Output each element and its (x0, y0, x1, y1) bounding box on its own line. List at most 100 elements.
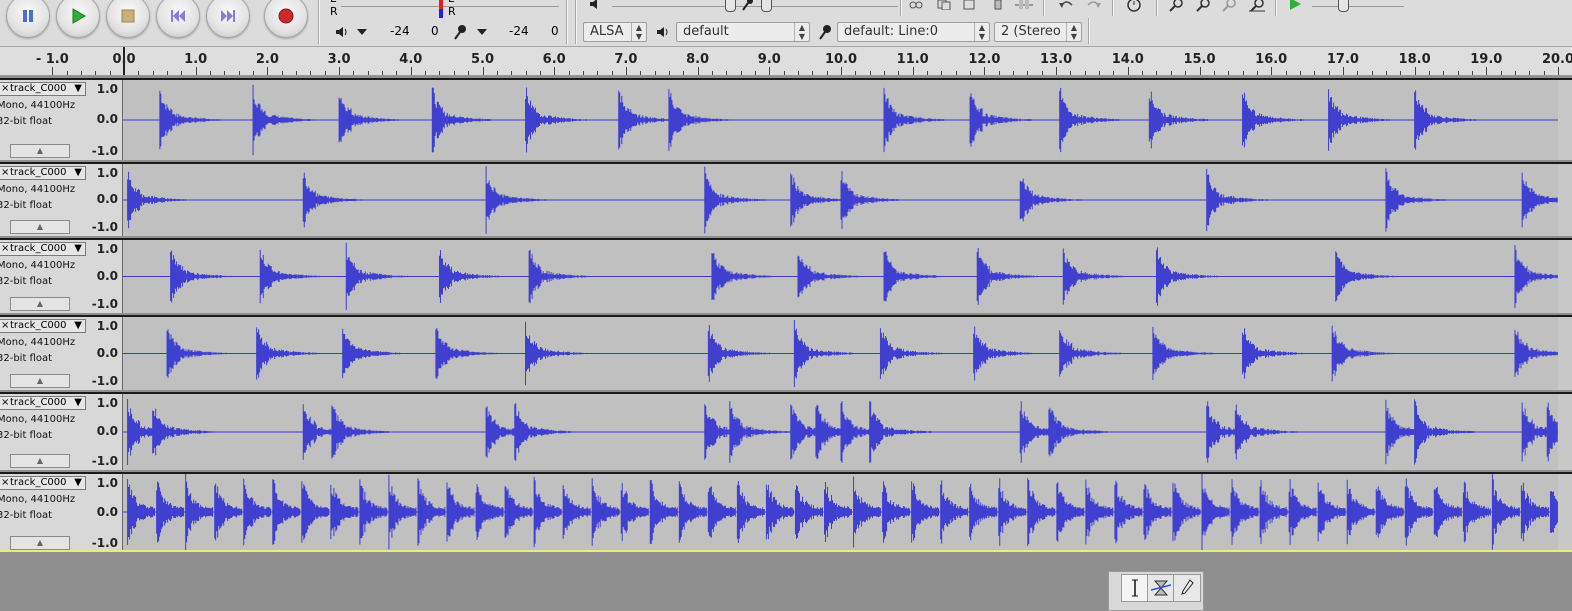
audio-track[interactable]: × track_C000 ▼ Mono, 44100Hz 32-bit floa… (0, 162, 1572, 236)
silence-icon[interactable] (1014, 0, 1034, 14)
timeline-ruler[interactable]: - 1.00.01.02.03.04.05.06.07.08.09.010.01… (0, 47, 1572, 76)
waveform-transient (1085, 479, 1114, 545)
fit-project-icon[interactable] (1247, 0, 1267, 14)
ruler-tick-label: 17.0 (1326, 52, 1359, 67)
waveform-area[interactable] (123, 317, 1558, 390)
recording-channels-select[interactable]: 2 (Stereo ▲ ▼ (994, 22, 1082, 42)
track-name-menu[interactable]: × track_C000 ▼ (0, 166, 86, 180)
toolbar-separator (1043, 0, 1045, 16)
record-meter-menu-chevron-icon[interactable] (472, 23, 492, 41)
track-control-panel[interactable]: × track_C000 ▼ Mono, 44100Hz 32-bit floa… (0, 394, 89, 470)
track-control-panel[interactable]: × track_C000 ▼ Mono, 44100Hz 32-bit floa… (0, 164, 89, 236)
waveform-area[interactable] (123, 394, 1558, 470)
waveform-area[interactable] (123, 80, 1558, 160)
track-name-menu[interactable]: × track_C000 ▼ (0, 319, 86, 333)
collapse-track-button[interactable]: ▲ (10, 144, 70, 158)
play-at-speed-icon[interactable] (1285, 0, 1305, 14)
ruler-major-tick (52, 67, 54, 75)
close-track-icon[interactable]: × (1, 83, 9, 95)
zoom-in-icon[interactable] (1166, 0, 1186, 14)
track-menu-chevron-icon[interactable]: ▼ (74, 320, 82, 332)
stop-button[interactable] (106, 0, 150, 38)
toolbar-separator (1275, 0, 1277, 16)
play-speed-slider-track[interactable] (1312, 6, 1404, 7)
scale-max-label: 1.0 (96, 476, 118, 490)
record-button[interactable] (264, 0, 308, 38)
collapse-track-button[interactable]: ▲ (10, 454, 70, 468)
redo-icon[interactable] (1084, 0, 1104, 14)
close-track-icon[interactable]: × (1, 320, 9, 332)
undo-icon[interactable] (1056, 0, 1076, 14)
spin-arrows-icon: ▲ ▼ (1066, 23, 1081, 41)
waveform-transient (882, 481, 911, 543)
waveform-transient (1491, 474, 1520, 550)
ruler-minor-tick (1013, 71, 1015, 75)
paste-icon[interactable] (960, 0, 980, 14)
track-name: track_C000 (10, 320, 67, 331)
track-control-panel[interactable]: × track_C000 ▼ Mono, 44100Hz 32-bit floa… (0, 317, 89, 390)
playback-device-select[interactable]: default ▲ ▼ (676, 22, 810, 42)
track-name-menu[interactable]: × track_C000 ▼ (0, 82, 86, 96)
waveform-transient (127, 479, 156, 545)
skip-to-end-button[interactable] (206, 0, 250, 38)
audio-track[interactable]: × track_C000 ▼ Mono, 44100Hz 32-bit floa… (0, 78, 1572, 160)
waveform-area[interactable] (123, 474, 1558, 550)
waveform-transient (707, 325, 770, 382)
waveform-transient (1462, 481, 1491, 543)
close-track-icon[interactable]: × (1, 397, 9, 409)
ruler-minor-tick (1099, 71, 1101, 75)
ruler-minor-tick (970, 71, 972, 75)
collapse-track-button[interactable]: ▲ (10, 220, 70, 234)
output-volume-slider-thumb[interactable] (725, 0, 736, 12)
track-name-menu[interactable]: × track_C000 ▼ (0, 242, 86, 256)
fit-selection-icon[interactable] (1219, 0, 1239, 14)
audio-track[interactable]: × track_C000 ▼ Mono, 44100Hz 32-bit floa… (0, 392, 1572, 470)
collapse-track-button[interactable]: ▲ (10, 536, 70, 550)
track-menu-chevron-icon[interactable]: ▼ (74, 83, 82, 95)
envelope-tool-button[interactable] (1147, 574, 1175, 602)
selection-tool-button[interactable] (1121, 574, 1149, 602)
ruler-minor-tick (1242, 71, 1244, 75)
play-button[interactable] (56, 0, 100, 38)
close-track-icon[interactable]: × (1, 167, 9, 179)
recording-device-select[interactable]: default: Line:0 ▲ ▼ (837, 22, 990, 42)
audio-track[interactable]: × track_C000 ▼ Mono, 44100Hz 32-bit floa… (0, 238, 1572, 313)
track-menu-chevron-icon[interactable]: ▼ (74, 477, 82, 489)
playback-meter-menu-chevron-icon[interactable] (352, 23, 372, 41)
waveform-area[interactable] (123, 164, 1558, 236)
copy-icon[interactable] (934, 0, 954, 14)
track-control-panel[interactable]: × track_C000 ▼ Mono, 44100Hz 32-bit floa… (0, 80, 89, 160)
tools-toolbar (1108, 571, 1204, 611)
scale-min-label: -1.0 (91, 220, 118, 234)
audio-track[interactable]: × track_C000 ▼ Mono, 44100Hz 32-bit floa… (0, 315, 1572, 390)
sync-lock-icon[interactable] (1124, 0, 1144, 14)
track-name-menu[interactable]: × track_C000 ▼ (0, 476, 86, 490)
collapse-track-button[interactable]: ▲ (10, 297, 70, 311)
track-format-info: 32-bit float (0, 353, 53, 364)
track-control-panel[interactable]: × track_C000 ▼ Mono, 44100Hz 32-bit floa… (0, 240, 89, 313)
pause-button[interactable] (6, 0, 50, 38)
zoom-out-icon[interactable] (1193, 0, 1213, 14)
collapse-track-button[interactable]: ▲ (10, 374, 70, 388)
audio-host-select[interactable]: ALSA ▲ ▼ (583, 22, 647, 42)
play-speed-slider-thumb[interactable] (1338, 0, 1349, 12)
waveform-transient (711, 253, 774, 300)
close-track-icon[interactable]: × (1, 477, 9, 489)
track-menu-chevron-icon[interactable]: ▼ (74, 243, 82, 255)
ruler-minor-tick (1543, 71, 1545, 75)
waveform-transient (940, 480, 969, 544)
audio-track[interactable]: × track_C000 ▼ Mono, 44100Hz 32-bit floa… (0, 472, 1572, 552)
draw-tool-icon (1181, 579, 1194, 595)
draw-tool-button[interactable] (1173, 574, 1201, 602)
close-track-icon[interactable]: × (1, 243, 9, 255)
skip-to-start-button[interactable] (156, 0, 200, 38)
track-menu-chevron-icon[interactable]: ▼ (74, 397, 82, 409)
track-control-panel[interactable]: × track_C000 ▼ Mono, 44100Hz 32-bit floa… (0, 474, 89, 550)
waveform-transient (1404, 478, 1433, 546)
input-volume-slider-thumb[interactable] (761, 0, 772, 12)
waveform-area[interactable] (123, 240, 1558, 313)
cut-icon[interactable] (906, 0, 926, 14)
track-menu-chevron-icon[interactable]: ▼ (74, 167, 82, 179)
trim-icon[interactable] (988, 0, 1008, 14)
track-name-menu[interactable]: × track_C000 ▼ (0, 396, 86, 410)
